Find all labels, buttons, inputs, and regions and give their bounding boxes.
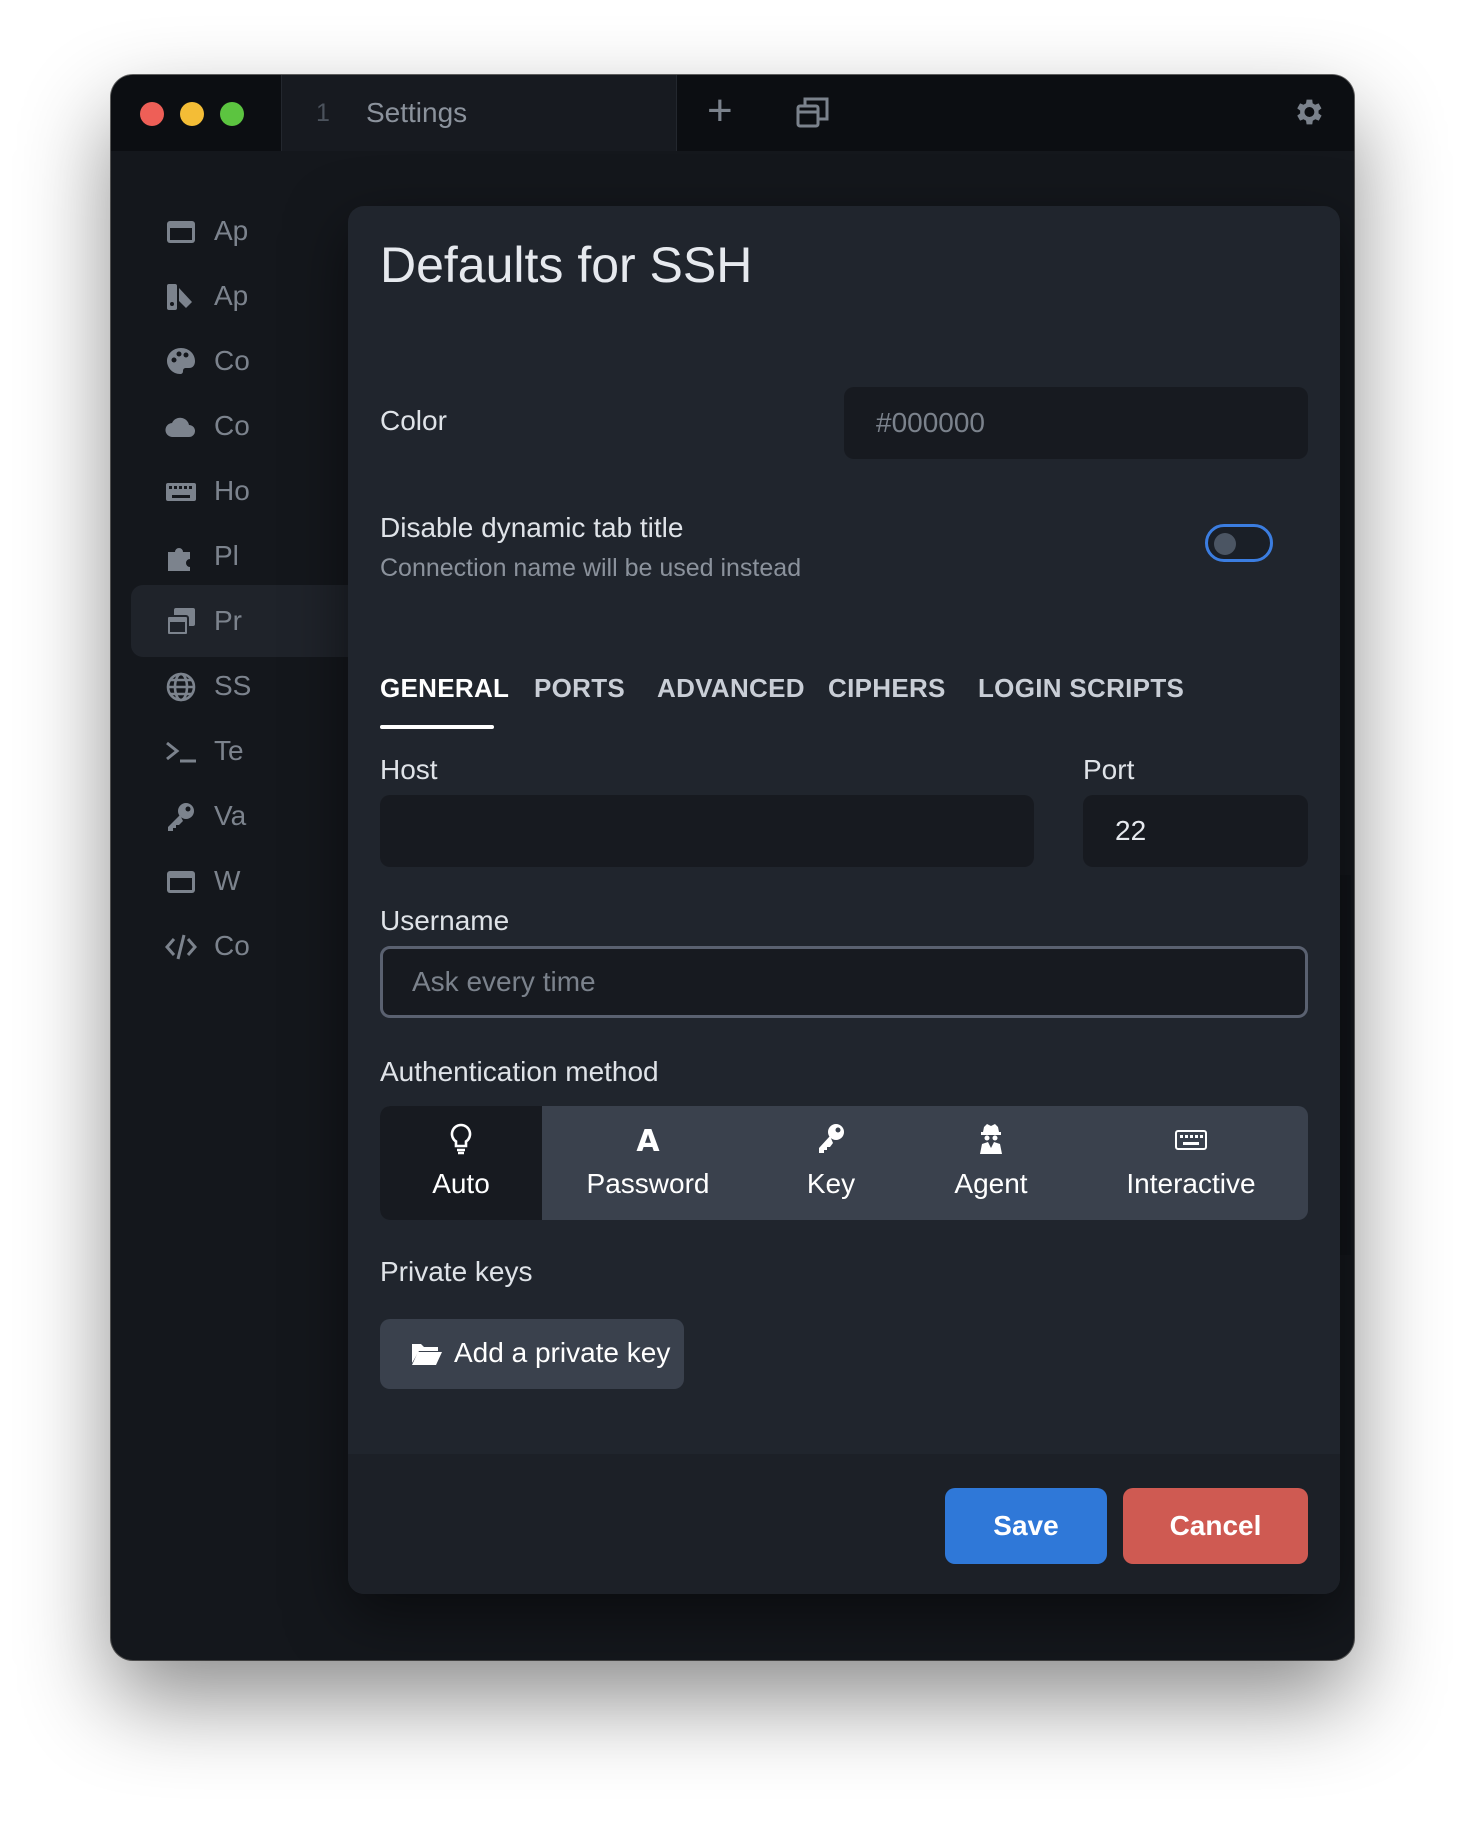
tab-advanced[interactable]: ADVANCED [657,673,805,704]
color-input[interactable]: #000000 [844,387,1308,459]
sidebar-item-label: W [214,865,241,896]
cloud-icon [165,417,195,438]
private-keys-label: Private keys [380,1256,533,1287]
window-icon [167,871,195,893]
auth-option-agent[interactable]: Agent [908,1106,1074,1220]
minimize-window-button[interactable] [180,102,204,126]
auth-option-label: Auto [432,1168,490,1199]
auth-method-label: Authentication method [380,1056,659,1087]
save-button[interactable]: Save [945,1488,1107,1564]
host-label: Host [380,754,438,785]
letter-a-icon: A [636,1124,660,1156]
keyboard-icon [1175,1130,1207,1150]
tab-general[interactable]: GENERAL [380,673,509,704]
add-private-key-label: Add a private key [454,1337,671,1368]
username-label: Username [380,905,510,936]
code-icon [165,934,197,960]
ssh-defaults-modal: Defaults for SSH Color #000000 Disable d… [348,206,1340,1594]
windows-icon[interactable] [796,95,830,134]
dynamic-title-sublabel: Connection name will be used instead [380,554,802,582]
key-icon [819,1124,844,1153]
sidebar-item-label: Co [214,345,250,376]
user-secret-icon [980,1124,1002,1154]
tab-title: Settings [366,97,468,128]
keyboard-icon [166,483,196,501]
add-private-key-button[interactable]: Add a private key [380,1319,684,1389]
close-window-button[interactable] [140,102,164,126]
windows-icon [166,608,195,636]
auth-option-label: Agent [954,1168,1028,1199]
dynamic-title-label: Disable dynamic tab title [380,512,684,543]
globe-icon [166,672,196,702]
port-input[interactable]: 22 [1083,795,1308,867]
cancel-button[interactable]: Cancel [1123,1488,1308,1564]
app-window: 1 Settings + Ap Ap Co Co Ho Pl Pr SS Te … [111,75,1354,1660]
tab-settings[interactable]: 1 Settings [281,75,677,151]
paint-bucket-icon [167,284,192,310]
toggle-knob [1214,533,1236,555]
auth-option-password[interactable]: A Password [542,1106,754,1220]
auth-option-interactive[interactable]: Interactive [1074,1106,1308,1220]
new-tab-plus-icon[interactable]: + [707,89,733,133]
auth-option-label: Key [806,1168,856,1199]
sidebar-item-label: Co [214,410,250,441]
sidebar-item-label: Co [214,930,250,961]
sidebar-item-label: Pl [214,540,239,571]
gear-icon[interactable] [1291,95,1325,134]
username-input[interactable]: Ask every time [380,946,1308,1018]
terminal-icon [166,741,196,763]
tab-ports[interactable]: PORTS [534,673,625,704]
auth-option-label: Password [586,1168,710,1199]
sidebar-item-label: Ap [214,215,249,246]
window-icon [167,221,195,243]
tab-index: 1 [316,99,330,127]
tab-login-scripts[interactable]: LOGIN SCRIPTS [978,673,1184,704]
auth-method-selector: Auto A Password Key Agent Interactive [380,1106,1308,1220]
key-icon [168,803,194,831]
svg-text:A: A [636,1124,660,1156]
sidebar-item-label: Pr [214,605,242,636]
titlebar: 1 Settings + [111,75,1354,151]
tab-ciphers[interactable]: CIPHERS [828,673,946,704]
host-input[interactable] [380,795,1034,867]
puzzle-icon [168,548,190,571]
sidebar-item-label: Ho [214,475,250,506]
active-tab-underline [380,725,494,729]
lightbulb-icon [450,1123,472,1155]
sidebar-item-label: Te [214,735,244,766]
color-label: Color [380,405,447,436]
auth-option-label: Interactive [1126,1168,1256,1199]
palette-icon [167,348,195,374]
port-label: Port [1083,754,1135,785]
dynamic-title-toggle[interactable] [1205,524,1273,562]
sidebar-item-label: Ap [214,280,249,311]
auth-option-auto[interactable]: Auto [380,1106,542,1220]
sidebar-item-label: SS [214,670,252,701]
sidebar-item-label: Va [214,800,247,831]
modal-title: Defaults for SSH [380,237,753,293]
folder-open-icon [412,1344,442,1365]
auth-option-key[interactable]: Key [754,1106,908,1220]
maximize-window-button[interactable] [220,102,244,126]
